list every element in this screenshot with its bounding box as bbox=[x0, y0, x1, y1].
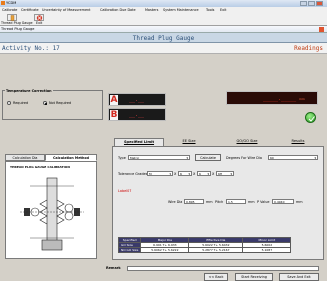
table-cell: 5.6062 T+ 5.6222 bbox=[140, 247, 190, 253]
pitch-label: Pitch bbox=[215, 200, 224, 204]
activity-bar: Activity No.: 17 Readings bbox=[0, 43, 327, 54]
menu-masters[interactable]: Masters bbox=[145, 8, 158, 12]
thread-plug-gauge-button[interactable] bbox=[7, 14, 17, 21]
start-receiving-button[interactable]: Start Receiving bbox=[235, 273, 273, 281]
readings-label: Readings bbox=[294, 45, 323, 52]
remark-input[interactable] bbox=[127, 266, 319, 271]
table-cell: NO GO Size bbox=[117, 247, 142, 253]
readout-display: _____._____ mm bbox=[226, 91, 318, 105]
tab-calculation-dia[interactable]: Calculation Dia bbox=[5, 154, 45, 161]
type-label: Type bbox=[118, 156, 126, 160]
table-cell: 5.1087 bbox=[242, 247, 292, 253]
required-label: Required bbox=[13, 101, 29, 105]
tolerance-x-1: X bbox=[174, 172, 177, 176]
tab-ee-size[interactable]: EE Size bbox=[168, 138, 210, 146]
child-close-icon[interactable] bbox=[319, 27, 324, 32]
calculate-button[interactable]: Calculate bbox=[195, 154, 221, 161]
close-button[interactable] bbox=[316, 1, 323, 6]
tolerance-select-3[interactable]: 6 bbox=[197, 171, 211, 176]
tolerance-label: Tolerance Grades bbox=[118, 172, 148, 176]
remark-label: Remark bbox=[106, 266, 121, 270]
pitch-field[interactable]: 1.5 bbox=[226, 199, 246, 204]
page-title: Thread Plug Gauge bbox=[132, 35, 195, 42]
display-a: A __.__ bbox=[108, 93, 166, 106]
temperature-correction-legend: Temperature Correction bbox=[5, 89, 53, 93]
app-icon bbox=[1, 1, 5, 5]
toolbar-label-gauge: Thread Plug Gauge bbox=[1, 21, 33, 25]
menu-system-maintenance[interactable]: System Maintenance bbox=[163, 8, 199, 12]
window-title: YCDM bbox=[6, 1, 17, 5]
degrees-label: Degrees For Wire Dia bbox=[226, 156, 262, 160]
tolerance-x-2: X bbox=[193, 172, 196, 176]
activity-number: Activity No.: 17 bbox=[2, 45, 60, 52]
table-cell: 5.2877 T+ 5.2167 bbox=[188, 247, 244, 253]
child-window-bar: Thread Plug Gauge bbox=[0, 26, 327, 33]
wire-dia-unit: mm bbox=[206, 200, 213, 204]
save-and-exit-button[interactable]: Save And Exit bbox=[279, 273, 319, 281]
p-value-label: P Value bbox=[257, 200, 270, 204]
menu-tools[interactable]: Tools bbox=[206, 8, 214, 12]
label07: Label07 bbox=[118, 189, 132, 193]
tolerance-select-4[interactable]: 6H bbox=[216, 171, 234, 176]
menu-certificate[interactable]: Certificate bbox=[21, 8, 39, 12]
menu-calibrate[interactable]: Calibrate bbox=[2, 8, 17, 12]
tab-go-go-size[interactable]: GO/GO Size bbox=[222, 138, 272, 146]
wire-dia-label: Wire Dia bbox=[168, 200, 183, 204]
p-value-field[interactable]: 0.4940 bbox=[272, 199, 294, 204]
pitch-unit: mm bbox=[248, 200, 255, 204]
exit-toolbar-button[interactable] bbox=[34, 14, 44, 21]
display-b-value: __.__ bbox=[129, 112, 145, 118]
display-b: B __.__ bbox=[108, 108, 166, 121]
tolerance-select-1[interactable]: M bbox=[147, 171, 173, 176]
menu-uncertainty[interactable]: Uncertainty of Measurement bbox=[42, 8, 91, 12]
readout-value: _____._____ bbox=[263, 96, 297, 102]
gauge-diagram-panel: THREAD PLUG GAUGE CALIBRATION bbox=[5, 161, 97, 259]
tab-results[interactable]: Results bbox=[278, 138, 318, 146]
table-row: NO GO Size 5.6062 T+ 5.6222 5.2877 T+ 5.… bbox=[117, 247, 292, 253]
required-radio[interactable] bbox=[7, 101, 11, 105]
wire-dia-field[interactable]: 0.895 bbox=[184, 199, 204, 204]
degrees-select[interactable]: 60 bbox=[268, 155, 318, 160]
refresh-icon bbox=[308, 116, 315, 122]
tolerance-select-2[interactable]: 6 bbox=[178, 171, 192, 176]
page-heading-bar: Thread Plug Gauge bbox=[0, 33, 327, 43]
p-value-unit: mm bbox=[296, 200, 303, 204]
tab-specified-limit[interactable]: Specified Limit bbox=[114, 138, 164, 146]
limits-table: Specified Major Dia Effective Dia Minor … bbox=[117, 237, 292, 253]
tolerance-x-3: X bbox=[212, 172, 215, 176]
not-required-label: Not Required bbox=[49, 101, 72, 105]
toolbar-label-exit: Exit bbox=[36, 21, 43, 25]
window-titlebar: YCDM bbox=[0, 0, 327, 7]
child-window-title: Thread Plug Gauge bbox=[1, 27, 35, 31]
tab-calculation-method[interactable]: Calculation Method bbox=[45, 154, 97, 161]
temperature-correction-group: Temperature Correction Required Not Requ… bbox=[2, 89, 103, 120]
maximize-button[interactable] bbox=[308, 1, 315, 6]
display-a-value: __.__ bbox=[129, 97, 145, 103]
drawing-caption: THREAD PLUG GAUGE CALIBRATION bbox=[10, 165, 70, 169]
type-select[interactable]: Metric bbox=[128, 155, 190, 160]
menu-calibration-due[interactable]: Calibration Due Date bbox=[100, 8, 136, 12]
minimize-button[interactable] bbox=[300, 1, 307, 6]
accept-reading-button[interactable] bbox=[305, 112, 316, 123]
thread-gauge-diagram bbox=[20, 177, 84, 251]
display-a-label: A bbox=[110, 95, 118, 105]
readout-unit: mm bbox=[299, 97, 305, 101]
back-button[interactable]: << Back bbox=[204, 273, 228, 281]
menu-exit[interactable]: Exit bbox=[220, 8, 226, 12]
toolbar: Thread Plug Gauge Exit bbox=[0, 13, 327, 26]
not-required-radio[interactable] bbox=[43, 101, 47, 105]
display-b-label: B bbox=[110, 110, 118, 120]
